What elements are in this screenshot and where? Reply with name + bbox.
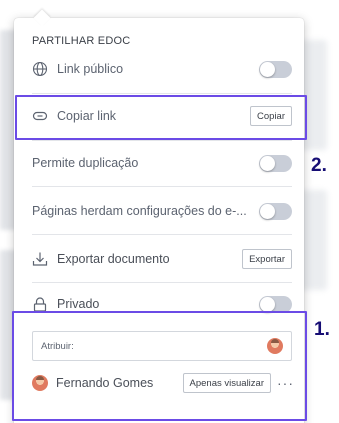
panel-title: PARTILHAR EDOC bbox=[32, 35, 131, 47]
annotation-marker-2: 2. bbox=[311, 155, 327, 176]
export-row: Exportar documento Exportar bbox=[14, 249, 304, 269]
pages-inherit-label: Páginas herdam configurações do e-... bbox=[32, 204, 247, 218]
allow-duplication-row: Permite duplicação bbox=[14, 153, 304, 173]
divider bbox=[32, 93, 292, 94]
lock-icon bbox=[32, 296, 48, 312]
screen: PARTILHAR EDOC Link público Copiar link … bbox=[0, 0, 339, 423]
download-icon bbox=[32, 251, 48, 267]
public-link-row: Link público bbox=[14, 59, 304, 79]
divider bbox=[32, 186, 292, 187]
pages-inherit-row: Páginas herdam configurações do e-... bbox=[14, 201, 304, 221]
private-toggle[interactable] bbox=[259, 295, 292, 313]
export-button[interactable]: Exportar bbox=[242, 249, 292, 269]
globe-icon bbox=[32, 61, 48, 77]
highlight-box-1 bbox=[12, 311, 307, 421]
divider bbox=[32, 140, 292, 141]
divider bbox=[32, 282, 292, 283]
private-label: Privado bbox=[57, 297, 100, 311]
panel-caret bbox=[33, 9, 51, 27]
divider bbox=[32, 234, 292, 235]
export-label: Exportar documento bbox=[57, 252, 170, 266]
public-link-toggle[interactable] bbox=[259, 60, 292, 78]
highlight-box-2 bbox=[15, 95, 307, 140]
public-link-label: Link público bbox=[57, 62, 124, 76]
pages-inherit-toggle[interactable] bbox=[259, 202, 292, 220]
allow-duplication-toggle[interactable] bbox=[259, 154, 292, 172]
allow-duplication-label: Permite duplicação bbox=[32, 156, 139, 170]
annotation-marker-1: 1. bbox=[314, 319, 330, 340]
